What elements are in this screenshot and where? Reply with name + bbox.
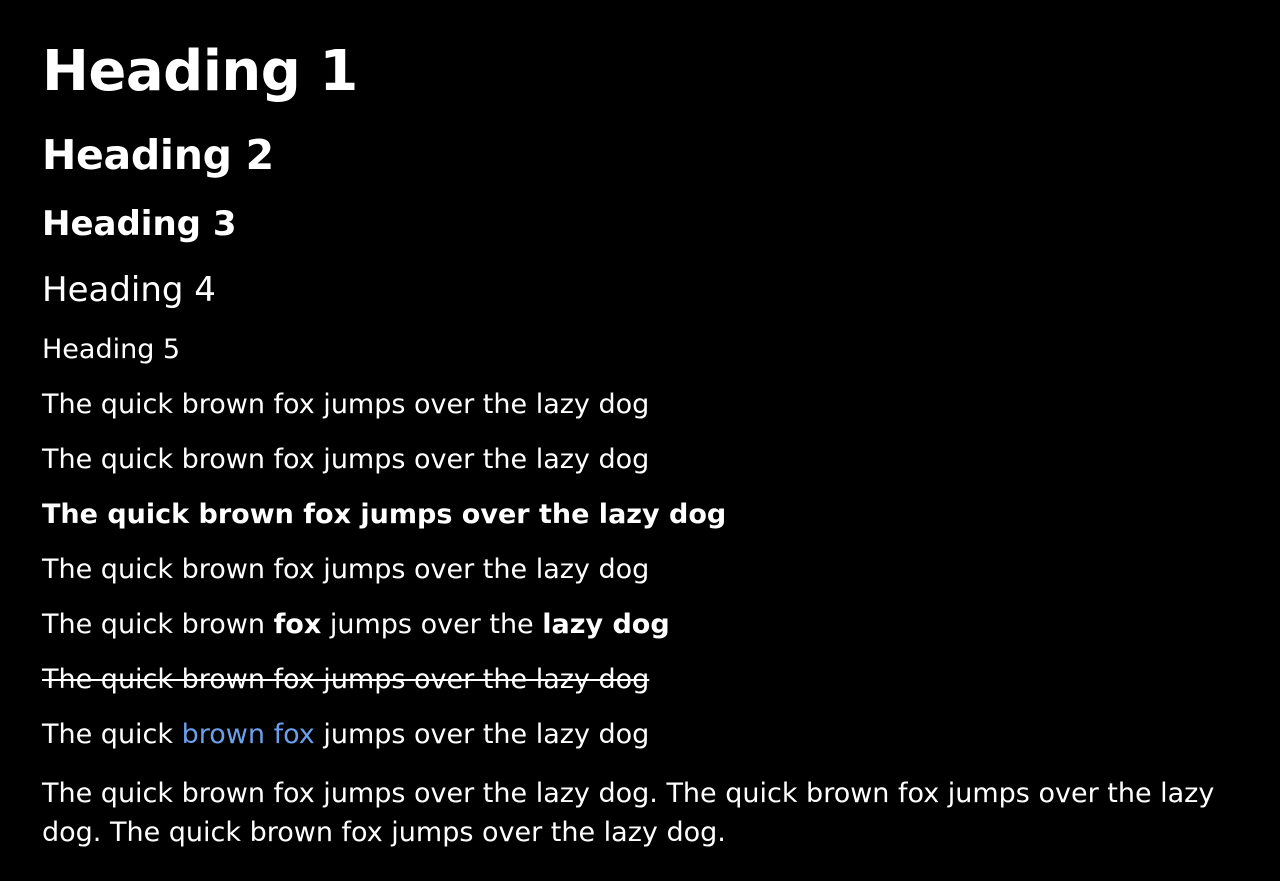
typography-page: Heading 1 Heading 2 Heading 3 Heading 4 …	[0, 0, 1280, 881]
heading-4: Heading 4	[42, 270, 216, 310]
paragraph-bold: The quick brown fox jumps over the lazy …	[42, 499, 727, 530]
bold-segment: lazy dog	[542, 609, 670, 640]
heading-1: Heading 1	[42, 39, 358, 104]
text-segment: The quick	[42, 719, 182, 750]
paragraph-regular-2: The quick brown fox jumps over the lazy …	[42, 444, 650, 475]
text-segment: jumps over the lazy dog	[314, 719, 650, 750]
paragraph-regular: The quick brown fox jumps over the lazy …	[42, 389, 650, 420]
paragraph-mixed-bold: The quick brown fox jumps over the lazy …	[42, 611, 670, 638]
heading-3: Heading 3	[42, 204, 237, 244]
bold-segment: fox	[273, 609, 322, 640]
paragraph-with-link: The quick brown fox jumps over the lazy …	[42, 721, 649, 748]
text-segment: jumps over the	[321, 609, 543, 640]
heading-5: Heading 5	[42, 334, 181, 365]
paragraph-regular-3: The quick brown fox jumps over the lazy …	[42, 554, 650, 585]
paragraph-long: The quick brown fox jumps over the lazy …	[42, 778, 1215, 848]
inline-link[interactable]: brown fox	[182, 719, 315, 750]
heading-2: Heading 2	[42, 131, 274, 179]
text-segment: The quick brown	[42, 609, 274, 640]
paragraph-strikethrough: The quick brown fox jumps over the lazy …	[42, 664, 650, 695]
